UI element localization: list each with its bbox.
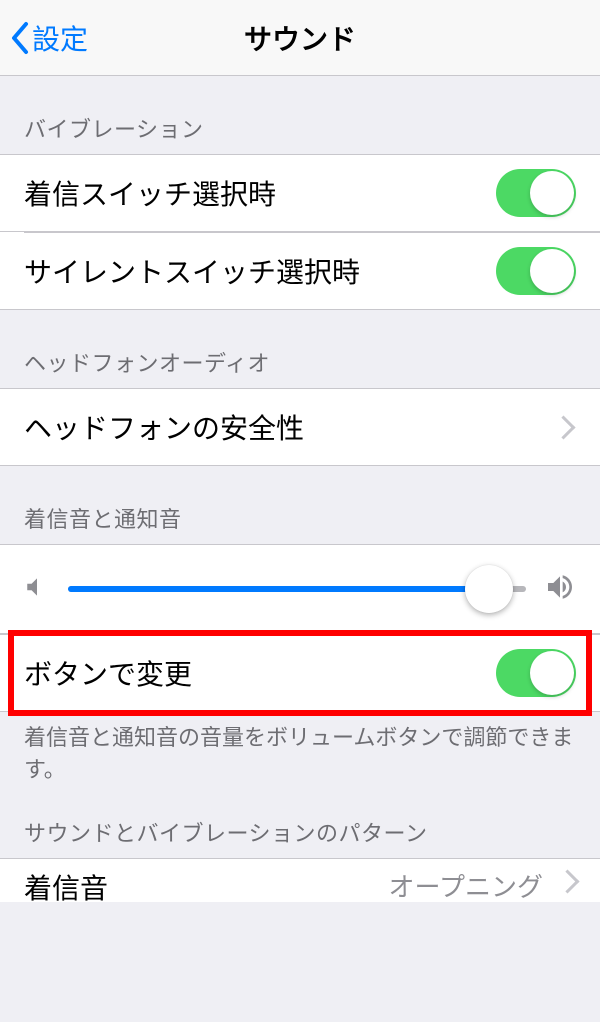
page-title: サウンド xyxy=(0,18,600,58)
navbar: 設定 サウンド xyxy=(0,0,600,76)
row-label: サイレントスイッチ選択時 xyxy=(24,251,496,291)
row-volume-slider xyxy=(0,544,600,634)
row-change-with-buttons[interactable]: ボタンで変更 xyxy=(0,634,600,712)
row-ring-switch[interactable]: 着信スイッチ選択時 xyxy=(0,154,600,232)
row-label: ヘッドフォンの安全性 xyxy=(24,407,555,447)
row-label: ボタンで変更 xyxy=(24,653,496,693)
back-label: 設定 xyxy=(32,18,88,58)
toggle-ring-switch[interactable] xyxy=(496,169,576,217)
row-label: 着信スイッチ選択時 xyxy=(24,173,496,213)
section-header-headphone: ヘッドフォンオーディオ xyxy=(0,310,600,388)
back-button[interactable]: 設定 xyxy=(0,18,88,58)
section-header-patterns: サウンドとバイブレーションのパターン xyxy=(0,786,600,858)
section-header-vibration: バイブレーション xyxy=(0,76,600,154)
row-label: 着信音 xyxy=(24,867,108,902)
volume-high-icon xyxy=(544,571,576,608)
row-value: オープニング xyxy=(389,867,543,902)
section-header-ringtone: 着信音と通知音 xyxy=(0,466,600,544)
row-silent-switch[interactable]: サイレントスイッチ選択時 xyxy=(0,232,600,310)
volume-slider[interactable] xyxy=(68,565,526,613)
toggle-change-with-buttons[interactable] xyxy=(496,649,576,697)
row-headphone-safety[interactable]: ヘッドフォンの安全性 xyxy=(0,388,600,466)
footer-note-ringtone: 着信音と通知音の音量をボリュームボタンで調節できます。 xyxy=(0,712,600,786)
row-ringtone[interactable]: 着信音 オープニング xyxy=(0,858,600,902)
chevron-left-icon xyxy=(10,21,30,55)
toggle-silent-switch[interactable] xyxy=(496,247,576,295)
volume-low-icon xyxy=(24,574,50,605)
